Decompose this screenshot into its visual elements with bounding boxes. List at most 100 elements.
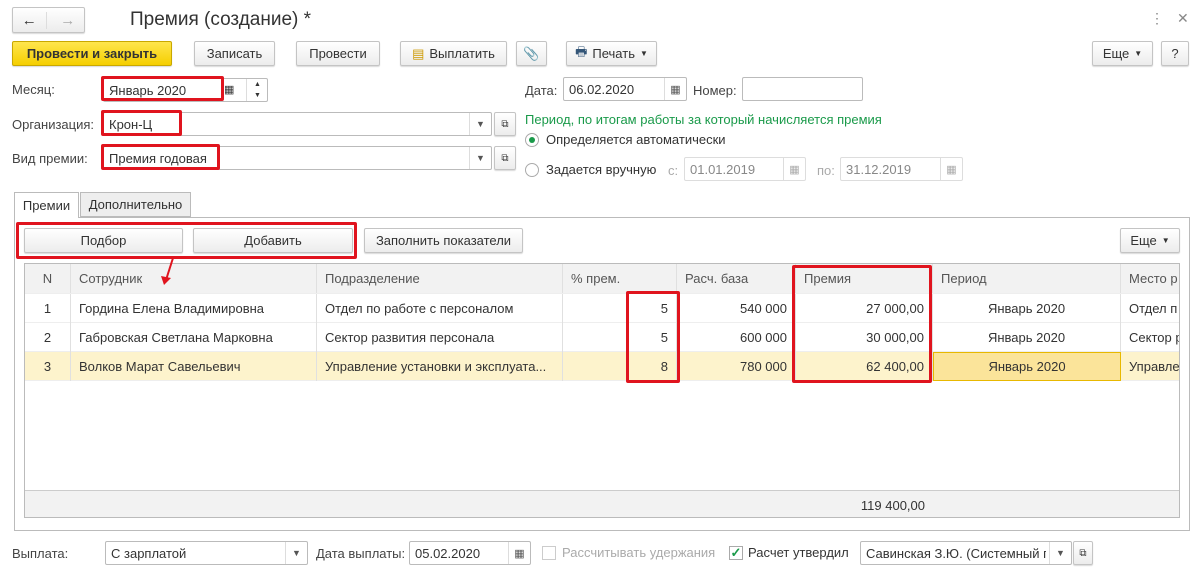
approved-by-field[interactable]: Савинская З.Ю. (Системный п ▼ [860,541,1072,565]
col-department[interactable]: Подразделение [317,264,563,293]
highlight-box [792,265,932,383]
payment-value: С зарплатой [111,545,187,561]
cell-department[interactable]: Управление установки и эксплуата... [317,352,563,381]
highlight-box [101,110,182,136]
total-bonus: 119 400,00 [860,498,925,513]
calendar-icon[interactable]: ▦ [940,158,962,180]
calendar-icon[interactable]: ▦ [783,158,805,180]
from-value: 01.01.2019 [690,161,756,177]
close-icon[interactable]: ✕ [1177,10,1189,27]
number-label: Номер: [693,83,737,98]
bonus-type-label: Вид премии: [12,151,88,166]
cell-workplace[interactable]: Сектор р [1121,323,1179,352]
save-button[interactable]: Записать [194,41,275,66]
tab-bonuses[interactable]: Премии [14,192,79,218]
table-row[interactable]: 1 Гордина Елена Владимировна Отдел по рабо… [25,294,1179,323]
pay-date-label: Дата выплаты: [316,546,406,561]
cell-period[interactable]: Январь 2020 [933,294,1121,323]
dropdown-icon[interactable]: ▼ [1049,542,1071,564]
col-base[interactable]: Расч. база [677,264,796,293]
highlight-box [626,291,680,383]
radio-checked-icon [525,132,539,147]
period-auto-radio[interactable]: Определяется автоматически [525,132,726,147]
dropdown-icon[interactable]: ▼ [285,542,307,564]
cell-period[interactable]: Январь 2020 [933,323,1121,352]
calendar-icon[interactable]: ▦ [224,83,234,96]
attach-button[interactable]: 📎 [516,41,547,66]
open-icon[interactable]: ⧉ [494,112,516,136]
more-vertical-icon[interactable]: ⋮ [1150,10,1164,27]
more-label: Еще [1130,233,1157,248]
fill-indicators-button[interactable]: Заполнить показатели [364,228,523,253]
print-label: Печать [592,46,635,61]
cell-row-number[interactable]: 3 [25,352,71,381]
cell-workplace[interactable]: Управле [1121,352,1179,381]
cell-base[interactable]: 780 000 [677,352,796,381]
pay-date-field[interactable]: 05.02.2020 ▦ [409,541,531,565]
period-manual-label: Задается вручную [546,162,657,177]
approved-label: Расчет утвердил [748,545,849,560]
table-row[interactable]: 2 Габровская Светлана Марковна Сектор разв… [25,323,1179,352]
payment-field[interactable]: С зарплатой ▼ [105,541,308,565]
calc-deductions-checkbox[interactable]: Рассчитывать удержания [542,545,715,560]
col-n[interactable]: N [25,264,71,293]
chevron-down-icon: ▼ [1134,49,1143,58]
table-header: N Сотрудник Подразделение % прем. Расч. … [25,264,1179,294]
chevron-down-icon: ▼ [639,49,648,58]
open-icon[interactable]: ⧉ [1073,541,1093,565]
cell-period[interactable]: Январь 2020 [933,352,1121,381]
col-period[interactable]: Период [933,264,1121,293]
pay-button[interactable]: ▤ Выплатить [400,41,507,66]
cell-department[interactable]: Отдел по работе с персоналом [317,294,563,323]
cell-employee[interactable]: Волков Марат Савельевич [71,352,317,381]
open-icon[interactable]: ⧉ [494,146,516,170]
print-button[interactable]: 🖶 Печать ▼ [566,41,657,66]
date-field[interactable]: 06.02.2020 ▦ [563,77,687,101]
cell-base[interactable]: 600 000 [677,323,796,352]
checkbox-unchecked-icon [542,545,556,560]
highlight-box [101,76,224,101]
month-label: Месяц: [12,82,55,97]
cell-employee[interactable]: Гордина Елена Владимировна [71,294,317,323]
paperclip-icon: 📎 [523,45,540,61]
cell-employee[interactable]: Габровская Светлана Марковна [71,323,317,352]
forward-arrow-icon[interactable]: → [52,12,85,29]
table-more-button[interactable]: Еще ▼ [1120,228,1180,253]
highlight-box [101,144,220,170]
document-coins-icon: ▤ [412,45,425,61]
calc-deductions-label: Рассчитывать удержания [562,545,716,560]
cell-department[interactable]: Сектор развития персонала [317,323,563,352]
tab-additional[interactable]: Дополнительно [80,192,191,217]
period-manual-radio[interactable]: Задается вручную [525,162,656,177]
post-button[interactable]: Провести [296,41,380,66]
cell-workplace[interactable]: Отдел п [1121,294,1179,323]
dropdown-icon[interactable]: ▼ [469,113,491,135]
bonus-table: N Сотрудник Подразделение % прем. Расч. … [24,263,1180,518]
table-row[interactable]: 3 Волков Марат Савельевич Управление устан… [25,352,1179,381]
more-button[interactable]: Еще ▼ [1092,41,1153,66]
to-date-field[interactable]: 31.12.2019 ▦ [840,157,963,181]
from-date-field[interactable]: 01.01.2019 ▦ [684,157,806,181]
help-button[interactable]: ? [1161,41,1189,66]
cell-row-number[interactable]: 2 [25,323,71,352]
period-title: Период, по итогам работы за который начи… [525,112,882,127]
more-label: Еще [1102,46,1130,61]
period-auto-label: Определяется автоматически [546,132,726,147]
checkbox-checked-icon: ✓ [729,544,743,560]
pay-label: Выплатить [429,46,495,61]
col-percent[interactable]: % прем. [563,264,677,293]
approved-checkbox[interactable]: ✓ Расчет утвердил [729,545,849,560]
back-arrow-icon[interactable]: ← [13,11,47,29]
col-workplace[interactable]: Место р [1121,264,1179,293]
approved-by-value: Савинская З.Ю. (Системный п [866,545,1046,561]
month-spinner[interactable]: ▲ ▼ [246,79,268,101]
cell-base[interactable]: 540 000 [677,294,796,323]
col-employee[interactable]: Сотрудник [71,264,317,293]
chevron-down-icon: ▼ [1161,236,1170,245]
post-and-close-button[interactable]: Провести и закрыть [12,41,172,66]
calendar-icon[interactable]: ▦ [664,78,686,100]
cell-row-number[interactable]: 1 [25,294,71,323]
number-field[interactable] [742,77,863,101]
calendar-icon[interactable]: ▦ [508,542,530,564]
dropdown-icon[interactable]: ▼ [469,147,491,169]
